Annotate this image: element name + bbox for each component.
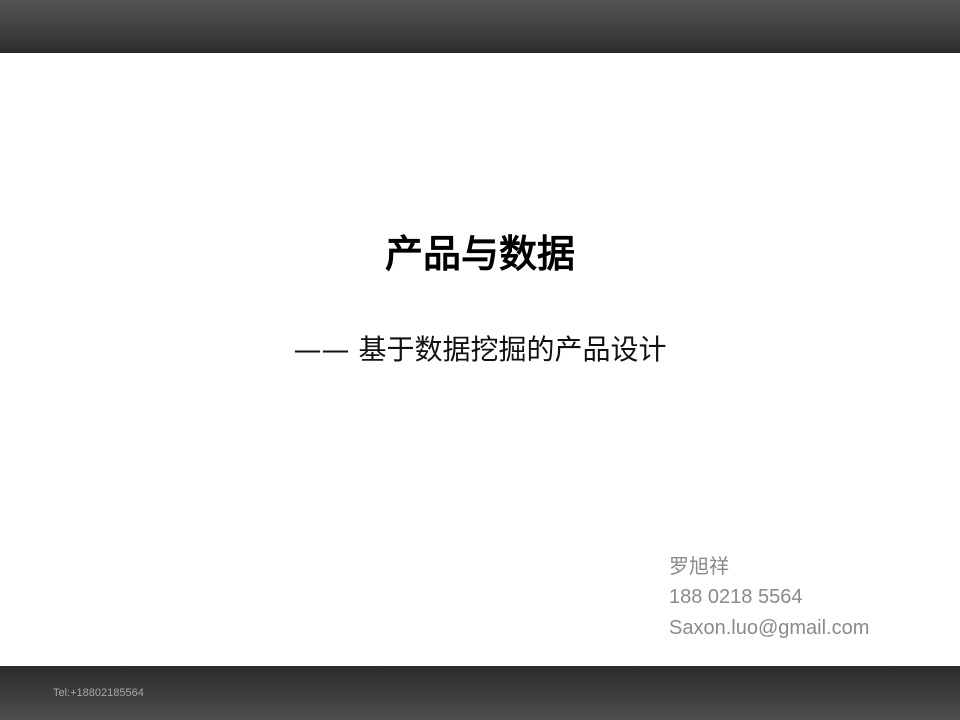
slide-title: 产品与数据 xyxy=(384,232,575,276)
slide-subtitle: —— 基于数据挖掘的产品设计 xyxy=(293,333,667,366)
author-phone: 188 0218 5564 xyxy=(669,586,803,608)
footer-bar: Tel:+18802185564 xyxy=(0,666,960,720)
author-info: 罗旭祥 188 0218 5564 Saxon.luo@gmail.com xyxy=(669,551,949,644)
author-email: Saxon.luo@gmail.com xyxy=(669,617,870,639)
author-name: 罗旭祥 xyxy=(669,554,729,578)
footer-tel: Tel:+18802185564 xyxy=(53,687,144,699)
header-bar xyxy=(0,0,960,53)
